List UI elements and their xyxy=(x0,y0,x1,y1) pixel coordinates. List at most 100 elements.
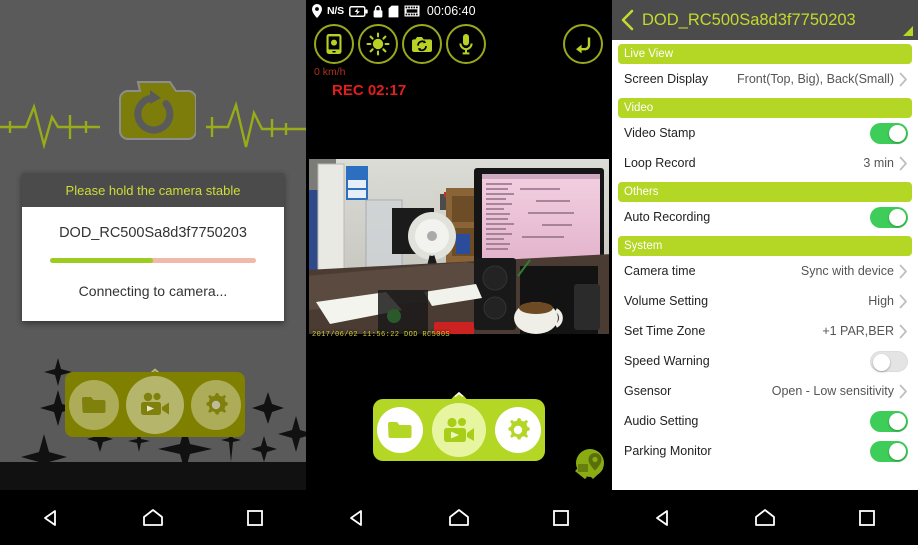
gear-icon xyxy=(206,392,229,414)
dock-item-live-view[interactable] xyxy=(125,375,184,434)
camera-toolbar xyxy=(306,24,612,68)
settings-row[interactable]: Set Time Zone +1 PAR,BER xyxy=(612,316,918,346)
tool-switch-camera[interactable] xyxy=(402,24,442,64)
bottom-dock-disabled xyxy=(65,365,245,437)
dock-item-live-view[interactable] xyxy=(431,403,486,457)
settings-row[interactable]: Speed Warning xyxy=(612,346,918,376)
settings-row-label: Gsensor xyxy=(624,384,672,398)
chevron-left-icon[interactable] xyxy=(620,8,636,32)
camera-switch-icon xyxy=(412,37,432,52)
settings-row-label: Parking Monitor xyxy=(624,444,712,458)
settings-row[interactable]: Loop Record 3 min xyxy=(612,148,918,178)
android-home[interactable] xyxy=(436,495,482,541)
back-button[interactable] xyxy=(563,24,603,64)
panel-connecting: Please hold the camera stable DOD_RC500S… xyxy=(0,0,306,545)
toggle-knob xyxy=(889,442,906,460)
live-video-feed[interactable]: 2017/06/02 11:56:22 DOD RC500S xyxy=(306,150,612,343)
android-recents[interactable] xyxy=(232,495,278,541)
settings-row[interactable]: Camera time Sync with device xyxy=(612,256,918,286)
connect-dialog: Please hold the camera stable DOD_RC500S… xyxy=(22,173,284,321)
toggle-knob xyxy=(889,124,906,142)
android-home[interactable] xyxy=(742,495,788,541)
resize-handle-icon xyxy=(903,26,913,36)
android-navbar xyxy=(306,490,612,545)
video-camera-icon xyxy=(443,417,474,442)
screen-bottom-strip xyxy=(0,462,306,490)
section-header: Live View xyxy=(618,44,912,64)
gps-map-pin-icon[interactable] xyxy=(572,448,608,482)
tool-snapshot-to-phone[interactable] xyxy=(314,24,354,64)
settings-row-label: Video Stamp xyxy=(624,126,696,140)
settings-row-value: 3 min xyxy=(863,156,894,170)
chevron-right-icon xyxy=(899,384,907,398)
settings-row[interactable]: Video Stamp xyxy=(612,118,918,148)
android-recents[interactable] xyxy=(844,495,890,541)
dock-item-settings[interactable] xyxy=(494,407,541,453)
dialog-status-text: Connecting to camera... xyxy=(78,283,228,299)
settings-row[interactable]: Auto Recording xyxy=(612,202,918,232)
chevron-right-icon xyxy=(899,264,907,278)
film-strip-icon xyxy=(404,5,420,17)
tool-microphone[interactable] xyxy=(446,24,486,64)
android-home[interactable] xyxy=(130,495,176,541)
settings-row-label: Loop Record xyxy=(624,156,696,170)
settings-row-label: Audio Setting xyxy=(624,414,699,428)
three-phone-screenshots: Please hold the camera stable DOD_RC500S… xyxy=(0,0,918,545)
home-icon xyxy=(449,508,469,526)
lock-icon xyxy=(373,4,383,17)
camera-refresh-logo-icon xyxy=(119,81,196,140)
recents-square-icon xyxy=(247,509,263,526)
settings-row[interactable]: Audio Setting xyxy=(612,406,918,436)
dock-item-files[interactable] xyxy=(68,379,119,430)
back-triangle-icon xyxy=(656,509,668,526)
battery-charging-icon xyxy=(348,5,368,17)
settings-row[interactable]: Volume Setting High xyxy=(612,286,918,316)
settings-row-value: Sync with device xyxy=(800,264,894,278)
settings-row-value: Open - Low sensitivity xyxy=(771,384,894,398)
sd-card-icon xyxy=(388,5,399,17)
dock-item-files[interactable] xyxy=(377,407,424,453)
settings-row-value: Front(Top, Big), Back(Small) xyxy=(737,72,894,86)
android-navbar xyxy=(612,490,918,545)
recents-square-icon xyxy=(859,509,875,526)
connect-progress-bar xyxy=(50,258,256,263)
recents-square-icon xyxy=(553,509,569,526)
settings-row-toggle[interactable] xyxy=(870,410,908,432)
dock-item-settings[interactable] xyxy=(191,379,242,430)
chevron-right-icon xyxy=(899,324,907,338)
settings-row-toggle[interactable] xyxy=(870,440,908,462)
toggle-knob xyxy=(889,412,906,430)
toggle-knob xyxy=(889,208,906,226)
android-recents[interactable] xyxy=(538,495,584,541)
settings-row-toggle[interactable] xyxy=(870,350,908,372)
settings-row-toggle[interactable] xyxy=(870,122,908,144)
home-icon xyxy=(755,508,775,526)
connect-progress-fill xyxy=(50,258,153,263)
return-arrow-icon xyxy=(576,37,591,54)
settings-row-label: Set Time Zone xyxy=(624,324,706,338)
settings-row-value: High xyxy=(868,294,894,308)
settings-row-toggle[interactable] xyxy=(870,206,908,228)
android-back[interactable] xyxy=(640,495,686,541)
settings-row-label: Screen Display xyxy=(624,72,709,86)
section-header: Others xyxy=(618,182,912,202)
gear-icon xyxy=(508,418,530,440)
tool-brightness[interactable] xyxy=(358,24,398,64)
dialog-device-name: DOD_RC500Sa8d3f7750203 xyxy=(59,225,247,241)
video-camera-icon xyxy=(140,392,169,415)
panel-live-view: N/S 00:06:40 0 km/h REC 02:17 2017/06/02… xyxy=(306,0,612,545)
android-navbar xyxy=(0,490,306,545)
camera-statusbar: N/S 00:06:40 xyxy=(306,0,612,22)
bottom-dock xyxy=(373,399,545,461)
settings-row[interactable]: Gsensor Open - Low sensitivity xyxy=(612,376,918,406)
chevron-right-icon xyxy=(899,72,907,86)
panel-settings: DOD_RC500Sa8d3f7750203 Live View Screen D… xyxy=(612,0,918,545)
section-header: Video xyxy=(618,98,912,118)
speed-readout: 0 km/h xyxy=(314,66,346,78)
settings-list: Live View Screen Display Front(Top, Big), … xyxy=(612,44,918,466)
android-back[interactable] xyxy=(334,495,380,541)
settings-row[interactable]: Parking Monitor xyxy=(612,436,918,466)
android-back[interactable] xyxy=(28,495,74,541)
settings-title: DOD_RC500Sa8d3f7750203 xyxy=(642,10,856,29)
settings-row[interactable]: Screen Display Front(Top, Big), Back(Smal… xyxy=(612,64,918,94)
